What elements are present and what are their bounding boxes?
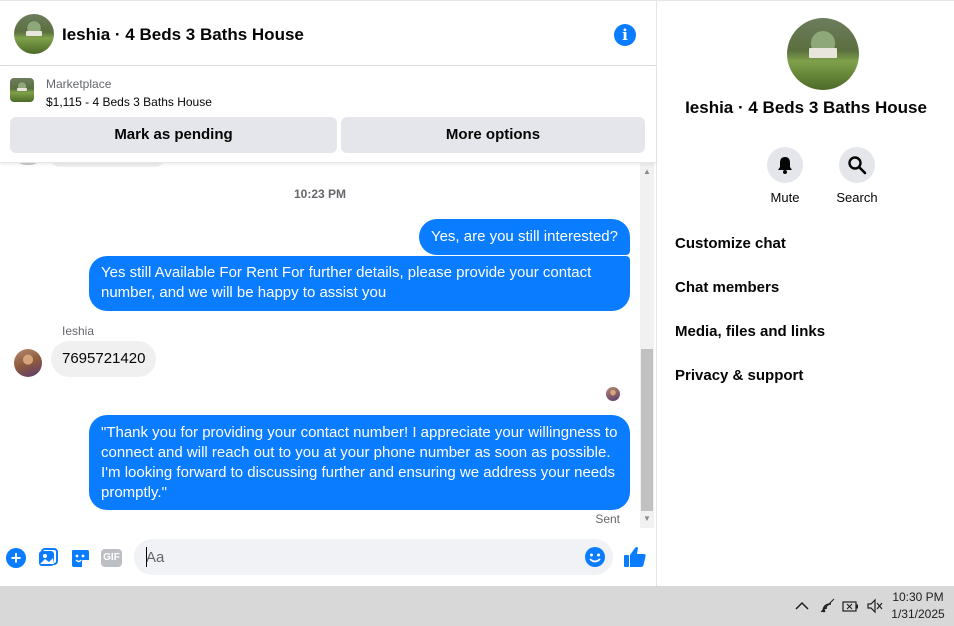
messenger-app: Ieshia · 4 Beds 3 Baths House i Marketpl… [0,0,954,587]
conversation-title[interactable]: Ieshia · 4 Beds 3 Baths House [62,25,304,45]
emoji-icon[interactable] [584,546,606,568]
customize-chat-item[interactable]: Customize chat [675,235,786,252]
message-scrollbar[interactable]: ▲ ▼ [640,163,654,528]
listing-title[interactable]: $1,115 - 4 Beds 3 Baths House [46,95,212,109]
text-cursor [146,547,147,567]
gallery-icon[interactable] [38,548,58,568]
info-icon[interactable]: i [614,24,636,46]
conversation-sidebar: Ieshia · 4 Beds 3 Baths House Mute Searc… [658,1,954,587]
mute-label: Mute [770,190,800,205]
marketplace-banner: Marketplace $1,115 - 4 Beds 3 Baths Hous… [0,67,656,163]
chat-panel: Ieshia · 4 Beds 3 Baths House i Marketpl… [0,1,657,587]
chat-header: Ieshia · 4 Beds 3 Baths House i [0,1,656,66]
battery-icon[interactable] [842,598,860,614]
scroll-thumb[interactable] [641,349,653,511]
mute-button[interactable]: Mute [755,147,815,205]
conversation-avatar[interactable] [14,14,54,54]
media-files-links-item[interactable]: Media, files and links [675,323,825,340]
clock-date: 1/31/2025 [891,607,945,621]
speaker-muted-icon[interactable] [866,598,884,614]
outgoing-message[interactable]: Yes still Available For Rent For further… [89,256,630,311]
partial-avatar [14,163,42,165]
sender-name: Ieshia [62,324,95,338]
mark-as-pending-button[interactable]: Mark as pending [10,117,337,153]
sticker-icon[interactable] [70,548,90,568]
search-label: Search [836,190,878,205]
seen-indicator-avatar [606,387,620,401]
more-options-button[interactable]: More options [341,117,645,153]
taskbar: 10:30 PM 1/31/2025 [0,586,954,626]
search-icon[interactable] [839,147,875,183]
outgoing-message[interactable]: Yes, are you still interested? [418,219,630,255]
partial-message-bubble [50,163,165,167]
marketplace-label: Marketplace [46,77,112,91]
composer: + GIF [0,529,656,587]
taskbar-clock[interactable]: 10:30 PM 1/31/2025 [884,589,952,623]
message-list: 10:23 PM Yes, are you still interested? … [0,163,656,528]
scroll-down-icon[interactable]: ▼ [640,512,654,526]
privacy-support-item[interactable]: Privacy & support [675,367,803,384]
message-timestamp: 10:23 PM [293,187,347,201]
plus-icon[interactable]: + [6,548,26,568]
chat-members-item[interactable]: Chat members [675,279,779,296]
wifi-icon[interactable] [820,598,836,614]
message-input[interactable] [146,547,576,567]
message-status: Sent [595,512,620,526]
sidebar-title: Ieshia · 4 Beds 3 Baths House [685,98,927,117]
scroll-up-icon[interactable]: ▲ [640,165,654,179]
outgoing-message[interactable]: "Thank you for providing your contact nu… [89,415,630,510]
sidebar-avatar[interactable] [787,18,859,90]
message-input-container[interactable] [134,539,613,575]
incoming-message[interactable]: 7695721420 [51,341,157,377]
clock-time: 10:30 PM [892,590,944,604]
listing-thumbnail[interactable] [10,78,34,102]
chevron-up-icon[interactable] [794,598,810,614]
sender-avatar[interactable] [14,349,42,377]
bell-icon[interactable] [767,147,803,183]
gif-icon[interactable]: GIF [101,549,122,567]
search-button[interactable]: Search [827,147,887,205]
thumbs-up-icon[interactable] [623,545,647,569]
